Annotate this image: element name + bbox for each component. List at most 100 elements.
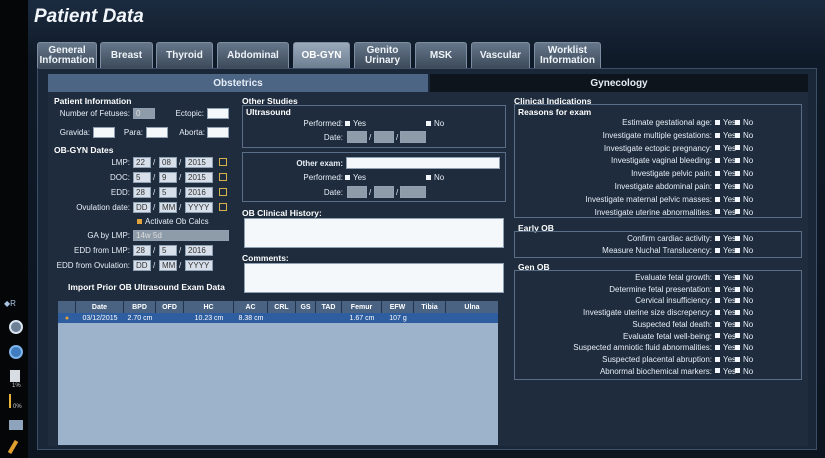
para-field[interactable] (146, 127, 168, 138)
help-icon[interactable] (9, 345, 23, 359)
lmp-day-field[interactable]: 22 (133, 157, 151, 168)
reasons-no-option[interactable]: No (733, 195, 753, 204)
tab-thyroid[interactable]: Thyroid (156, 42, 213, 68)
doc-day-field[interactable]: 5 (133, 172, 151, 183)
no-label: No (743, 246, 754, 255)
reasons-item-label: Investigate multiple gestations: (602, 130, 712, 140)
printer-icon[interactable] (10, 370, 20, 382)
checkbox-icon (735, 196, 740, 202)
reasons-no-option[interactable]: No (733, 208, 753, 217)
reasons-no-option[interactable]: No (733, 182, 753, 191)
gen-ob-no-option[interactable]: No (733, 273, 753, 282)
ovulation-month-field[interactable]: MM (159, 202, 177, 213)
volume-icon[interactable] (9, 394, 11, 408)
ultrasound-month-field[interactable] (374, 131, 394, 143)
grid-col-efw[interactable]: EFW (382, 301, 414, 313)
tab-breast[interactable]: Breast (100, 42, 153, 68)
gen-ob-no-option[interactable]: No (733, 320, 753, 329)
grid-col-ac[interactable]: AC (234, 301, 268, 313)
no-label: No (743, 118, 754, 127)
reasons-no-option[interactable]: No (733, 144, 753, 153)
other-exam-day-field[interactable] (347, 186, 367, 198)
aborta-field[interactable] (207, 127, 229, 138)
ovulation-day-field[interactable]: DD (133, 202, 151, 213)
other-exam-label: Other exam: (296, 159, 343, 168)
gen-ob-no-option[interactable]: No (733, 308, 753, 317)
early-ob-no-option[interactable]: No (733, 246, 753, 255)
ectopic-field[interactable] (207, 108, 229, 119)
ultrasound-header: Ultrasound (246, 107, 291, 117)
subtab-gynecology[interactable]: Gynecology (430, 74, 808, 92)
tab-genito-urinary[interactable]: Genito Urinary (354, 42, 411, 68)
reasons-no-option[interactable]: No (733, 156, 753, 165)
gen-ob-no-option[interactable]: No (733, 285, 753, 294)
grid-col-ulna[interactable]: Ulna (446, 301, 498, 313)
import-prior-exam-label[interactable]: Import Prior OB Ultrasound Exam Data (68, 282, 225, 292)
ultrasound-day-field[interactable] (347, 131, 367, 143)
doc-month-field[interactable]: 9 (159, 172, 177, 183)
ob-clinical-history-field[interactable] (244, 218, 504, 248)
gen-ob-no-option[interactable]: No (733, 296, 753, 305)
checkbox-icon (715, 309, 720, 315)
doc-calendar-icon[interactable] (219, 173, 227, 181)
other-exam-field[interactable] (346, 157, 500, 169)
grid-col-gs[interactable]: GS (296, 301, 316, 313)
tab-msk[interactable]: MSK (415, 42, 467, 68)
ultrasound-year-field[interactable] (400, 131, 426, 143)
edd-year-field[interactable]: 2016 (185, 187, 213, 198)
ovulation-calendar-icon[interactable] (219, 203, 227, 211)
grid-col-hc[interactable]: HC (184, 301, 234, 313)
tab-worklist-information[interactable]: Worklist Information (534, 42, 601, 68)
gen-ob-no-option[interactable]: No (733, 343, 753, 352)
page-title: Patient Data (34, 6, 144, 27)
other-exam-performed-no[interactable]: No (424, 173, 444, 182)
grid-cell-femur: 1.67 cm (349, 314, 375, 322)
ovulation-year-field[interactable]: YYYY (185, 202, 213, 213)
edd-calendar-icon[interactable] (219, 188, 227, 196)
activate-ob-calcs-checkbox[interactable]: Activate Ob Calcs (135, 217, 209, 226)
grid-col-femur[interactable]: Femur (342, 301, 382, 313)
edd-month-field[interactable]: 5 (159, 187, 177, 198)
gen-ob-no-option[interactable]: No (733, 367, 753, 376)
checkbox-icon (735, 209, 740, 215)
edd-day-field[interactable]: 28 (133, 187, 151, 198)
row-select-icon[interactable]: ● (58, 313, 76, 323)
grid-col-ofd[interactable]: OFD (156, 301, 184, 313)
other-exam-year-field[interactable] (400, 186, 426, 198)
grid-col-date[interactable]: Date (76, 301, 124, 313)
gen-ob-no-option[interactable]: No (733, 332, 753, 341)
early-ob-no-option[interactable]: No (733, 234, 753, 243)
reasons-no-option[interactable]: No (733, 169, 753, 178)
table-row[interactable]: ● 03/12/2015 2.70 cm 10.23 cm 8.38 cm 1.… (58, 313, 498, 323)
checkbox-icon (735, 333, 740, 339)
grid-col-crl[interactable]: CRL (268, 301, 296, 313)
grid-col-tad[interactable]: TAD (316, 301, 342, 313)
tab-ob-gyn[interactable]: OB-GYN (293, 42, 350, 68)
other-exam-performed-yes[interactable]: Yes (343, 173, 366, 182)
reasons-no-option[interactable]: No (733, 118, 753, 127)
ultrasound-performed-no[interactable]: No (424, 119, 444, 128)
doc-year-field[interactable]: 2015 (185, 172, 213, 183)
grid-col-tibia[interactable]: Tibia (414, 301, 446, 313)
left-toolbar (0, 0, 28, 458)
lmp-month-field[interactable]: 08 (159, 157, 177, 168)
gen-ob-no-option[interactable]: No (733, 355, 753, 364)
tab-vascular[interactable]: Vascular (471, 42, 530, 68)
tab-abdominal[interactable]: Abdominal (217, 42, 289, 68)
gravida-field[interactable] (93, 127, 115, 138)
number-of-fetuses-field[interactable]: 0 (133, 108, 155, 119)
other-exam-month-field[interactable] (374, 186, 394, 198)
ovulation-date-label: Ovulation date: (76, 203, 130, 212)
subtab-obstetrics[interactable]: Obstetrics (48, 74, 428, 92)
lmp-calendar-icon[interactable] (219, 158, 227, 166)
ultrasound-performed-yes[interactable]: Yes (343, 119, 366, 128)
comments-field[interactable] (244, 263, 504, 293)
reasons-no-option[interactable]: No (733, 131, 753, 140)
grid-col-bpd[interactable]: BPD (124, 301, 156, 313)
ob-clinical-history-label: OB Clinical History: (242, 208, 322, 218)
checkbox-icon (715, 333, 720, 339)
image-icon[interactable] (9, 420, 23, 430)
tab-general-information[interactable]: General Information (37, 42, 97, 68)
close-exam-icon[interactable] (9, 320, 23, 334)
lmp-year-field[interactable]: 2015 (185, 157, 213, 168)
